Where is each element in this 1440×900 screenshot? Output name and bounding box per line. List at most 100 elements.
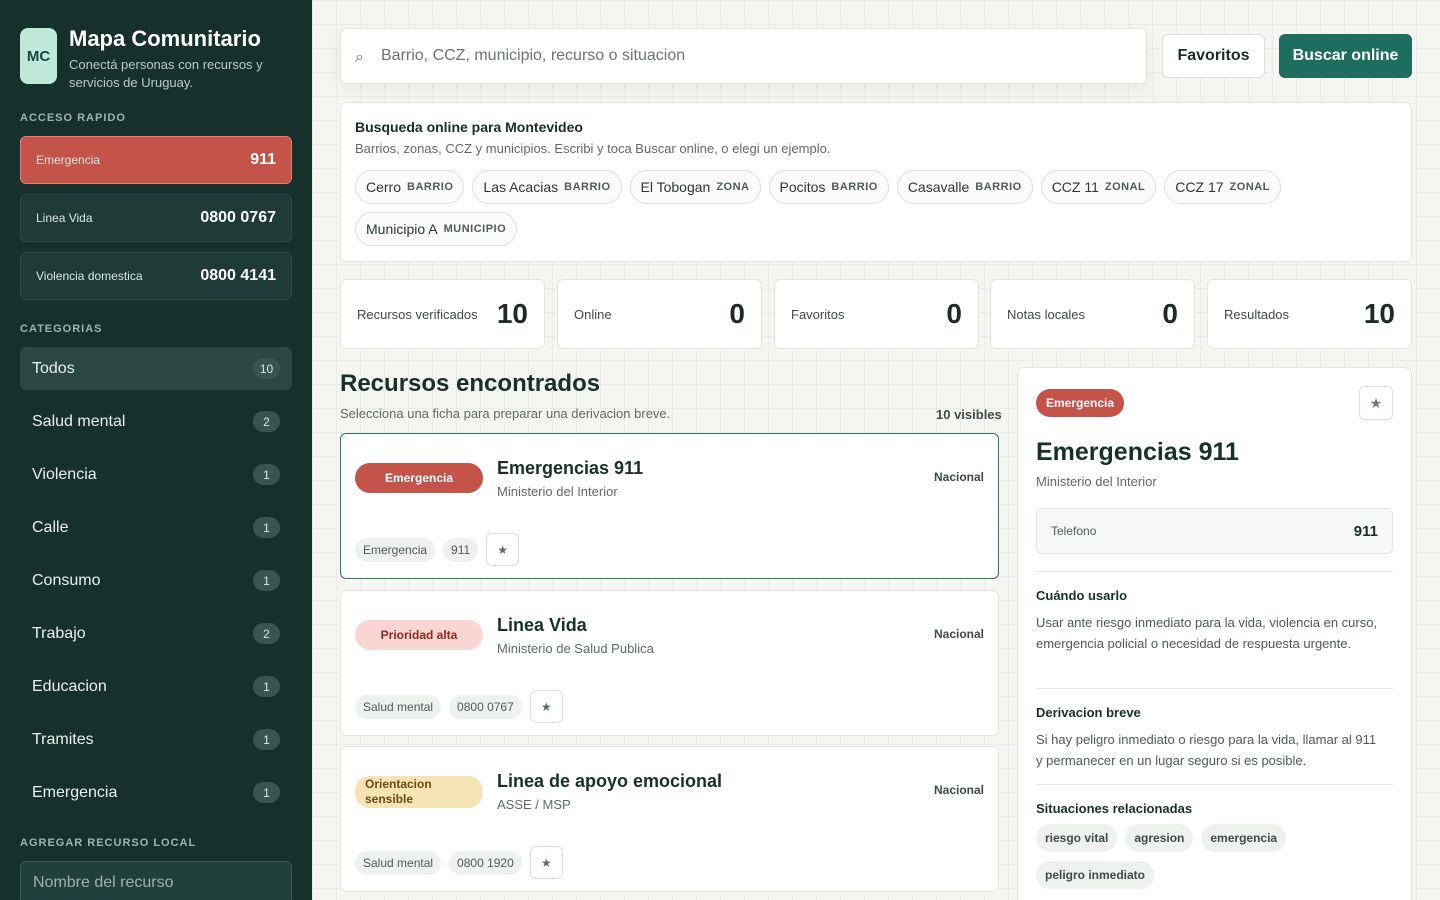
chip-name: CCZ 11	[1051, 179, 1099, 195]
resource-tag: 911	[443, 537, 479, 562]
resource-card[interactable]: Emergencia Emergencias 911 Ministerio de…	[340, 433, 999, 579]
category-salud-mental[interactable]: Salud mental 2	[20, 400, 292, 443]
location-chip[interactable]: CCZ 11 ZONAL	[1040, 170, 1157, 204]
stat-value: 10	[496, 298, 528, 329]
category-tramites[interactable]: Tramites 1	[20, 718, 292, 761]
brand: MC Mapa Comunitario Conectá personas con…	[20, 28, 279, 92]
chip-name: El Tobogan	[640, 179, 711, 195]
stat-verified: Recursos verificados 10	[340, 279, 545, 349]
chip-name: Municipio A	[366, 221, 438, 237]
resource-scope: Nacional	[933, 627, 984, 641]
chip-name: CCZ 17	[1175, 179, 1224, 195]
category-violencia[interactable]: Violencia 1	[20, 453, 292, 496]
stat-label: Online	[574, 306, 612, 322]
when-to-use-heading: Cuándo usarlo	[1036, 588, 1128, 603]
stat-value: 0	[1162, 298, 1178, 329]
detail-phone[interactable]: Telefono 911	[1036, 508, 1393, 554]
category-count: 10	[253, 358, 280, 379]
quick-access-violencia[interactable]: Violencia domestica 0800 4141	[20, 252, 292, 300]
resource-title: Linea Vida	[497, 615, 587, 635]
location-chip[interactable]: Cerro BARRIO	[355, 170, 465, 204]
quick-access-label: Linea Vida	[36, 211, 93, 225]
favorite-star-button[interactable]: ★	[529, 690, 563, 723]
category-todos[interactable]: Todos 10	[20, 347, 292, 390]
resource-scope: Nacional	[933, 470, 984, 484]
favorite-star-button[interactable]: ★	[529, 846, 563, 879]
chip-name: Cerro	[366, 179, 402, 195]
location-chip[interactable]: Las Acacias BARRIO	[472, 170, 622, 204]
resource-badge: Orientacion sensible	[355, 776, 483, 808]
category-consumo[interactable]: Consumo 1	[20, 559, 292, 602]
location-chip[interactable]: Casavalle BARRIO	[896, 170, 1033, 204]
detail-title: Emergencias 911	[1036, 438, 1239, 466]
phone-label: Telefono	[1051, 524, 1097, 538]
location-chip[interactable]: CCZ 17 ZONAL	[1164, 170, 1281, 204]
related-tag[interactable]: agresion	[1125, 824, 1194, 852]
favorite-star-button[interactable]: ★	[486, 533, 520, 566]
chip-kind: ZONAL	[1229, 181, 1270, 193]
search-input[interactable]	[381, 47, 1121, 65]
stat-value: 0	[729, 298, 745, 329]
category-count: 2	[253, 623, 280, 644]
online-search-description: Barrios, zonas, CCZ y municipios. Escrib…	[355, 141, 831, 156]
location-chip[interactable]: El Tobogan ZONA	[629, 170, 761, 204]
related-heading: Situaciones relacionadas	[1036, 801, 1193, 816]
chip-kind: BARRIO	[831, 181, 878, 193]
related-tag[interactable]: peligro inmediato	[1036, 861, 1155, 889]
resource-tag: Emergencia	[355, 537, 436, 562]
quick-access-emergency[interactable]: Emergencia 911	[20, 136, 292, 184]
results-count: 10 visibles	[936, 407, 1002, 422]
resource-detail-panel: Emergencia ★ Emergencias 911 Ministerio …	[1017, 367, 1412, 900]
category-count: 2	[253, 411, 280, 432]
category-label: Emergencia	[32, 783, 118, 801]
resource-tags: Salud mental 0800 1920 ★	[355, 846, 563, 879]
category-educacion[interactable]: Educacion 1	[20, 665, 292, 708]
add-local-heading: AGREGAR RECURSO LOCAL	[20, 837, 197, 849]
divider	[1036, 571, 1393, 572]
resource-tag: 0800 0767	[449, 694, 522, 719]
location-chips: Cerro BARRIO Las Acacias BARRIO El Tobogan…	[355, 170, 1295, 246]
stat-local-notes: Notas locales 0	[990, 279, 1195, 349]
favorites-button[interactable]: Favoritos	[1162, 34, 1265, 78]
chip-kind: MUNICIPIO	[443, 223, 507, 235]
related-tag[interactable]: riesgo vital	[1036, 824, 1118, 852]
location-chip[interactable]: Municipio A MUNICIPIO	[355, 212, 518, 246]
phone-value: 911	[1353, 522, 1378, 540]
search-online-button[interactable]: Buscar online	[1279, 34, 1412, 78]
category-calle[interactable]: Calle 1	[20, 506, 292, 549]
related-tag[interactable]: emergencia	[1201, 824, 1287, 852]
resource-title: Emergencias 911	[497, 458, 644, 478]
category-label: Consumo	[32, 571, 101, 589]
category-label: Todos	[32, 359, 75, 377]
stat-label: Resultados	[1224, 306, 1290, 322]
results-subtitle: Selecciona una ficha para preparar una d…	[340, 406, 671, 421]
resource-org: Ministerio del Interior	[497, 484, 618, 499]
resource-name-input[interactable]	[20, 861, 292, 900]
detail-org: Ministerio del Interior	[1036, 474, 1157, 489]
category-trabajo[interactable]: Trabajo 2	[20, 612, 292, 655]
resource-org: Ministerio de Salud Publica	[497, 641, 654, 656]
stat-label: Notas locales	[1007, 306, 1086, 322]
resource-card[interactable]: Orientacion sensible Linea de apoyo emoc…	[340, 746, 999, 892]
categories-heading: CATEGORIAS	[20, 323, 103, 335]
divider	[1036, 688, 1393, 689]
category-count: 1	[253, 464, 280, 485]
category-label: Trabajo	[32, 624, 86, 642]
resource-tags: Emergencia 911 ★	[355, 533, 520, 566]
when-to-use-text: Usar ante riesgo inmediato para la vida,…	[1036, 615, 1378, 651]
search-bar[interactable]: ⌕	[340, 28, 1147, 84]
online-search-panel: Busqueda online para Montevideo Barrios,…	[340, 102, 1412, 262]
sidebar: MC Mapa Comunitario Conectá personas con…	[0, 0, 312, 900]
detail-favorite-star-button[interactable]: ★	[1359, 386, 1393, 420]
chip-kind: BARRIO	[407, 181, 454, 193]
stat-value: 10	[1363, 298, 1395, 329]
chip-kind: BARRIO	[975, 181, 1022, 193]
stat-results: Resultados 10	[1207, 279, 1412, 349]
stat-label: Favoritos	[791, 306, 845, 322]
location-chip[interactable]: Pocitos BARRIO	[768, 170, 889, 204]
resource-badge: Prioridad alta	[355, 620, 483, 650]
quick-access-linea-vida[interactable]: Linea Vida 0800 0767	[20, 194, 292, 242]
related-tags: riesgo vital agresion emergencia peligro…	[1036, 824, 1336, 889]
category-emergencia[interactable]: Emergencia 1	[20, 771, 292, 814]
resource-card[interactable]: Prioridad alta Linea Vida Ministerio de …	[340, 590, 999, 736]
